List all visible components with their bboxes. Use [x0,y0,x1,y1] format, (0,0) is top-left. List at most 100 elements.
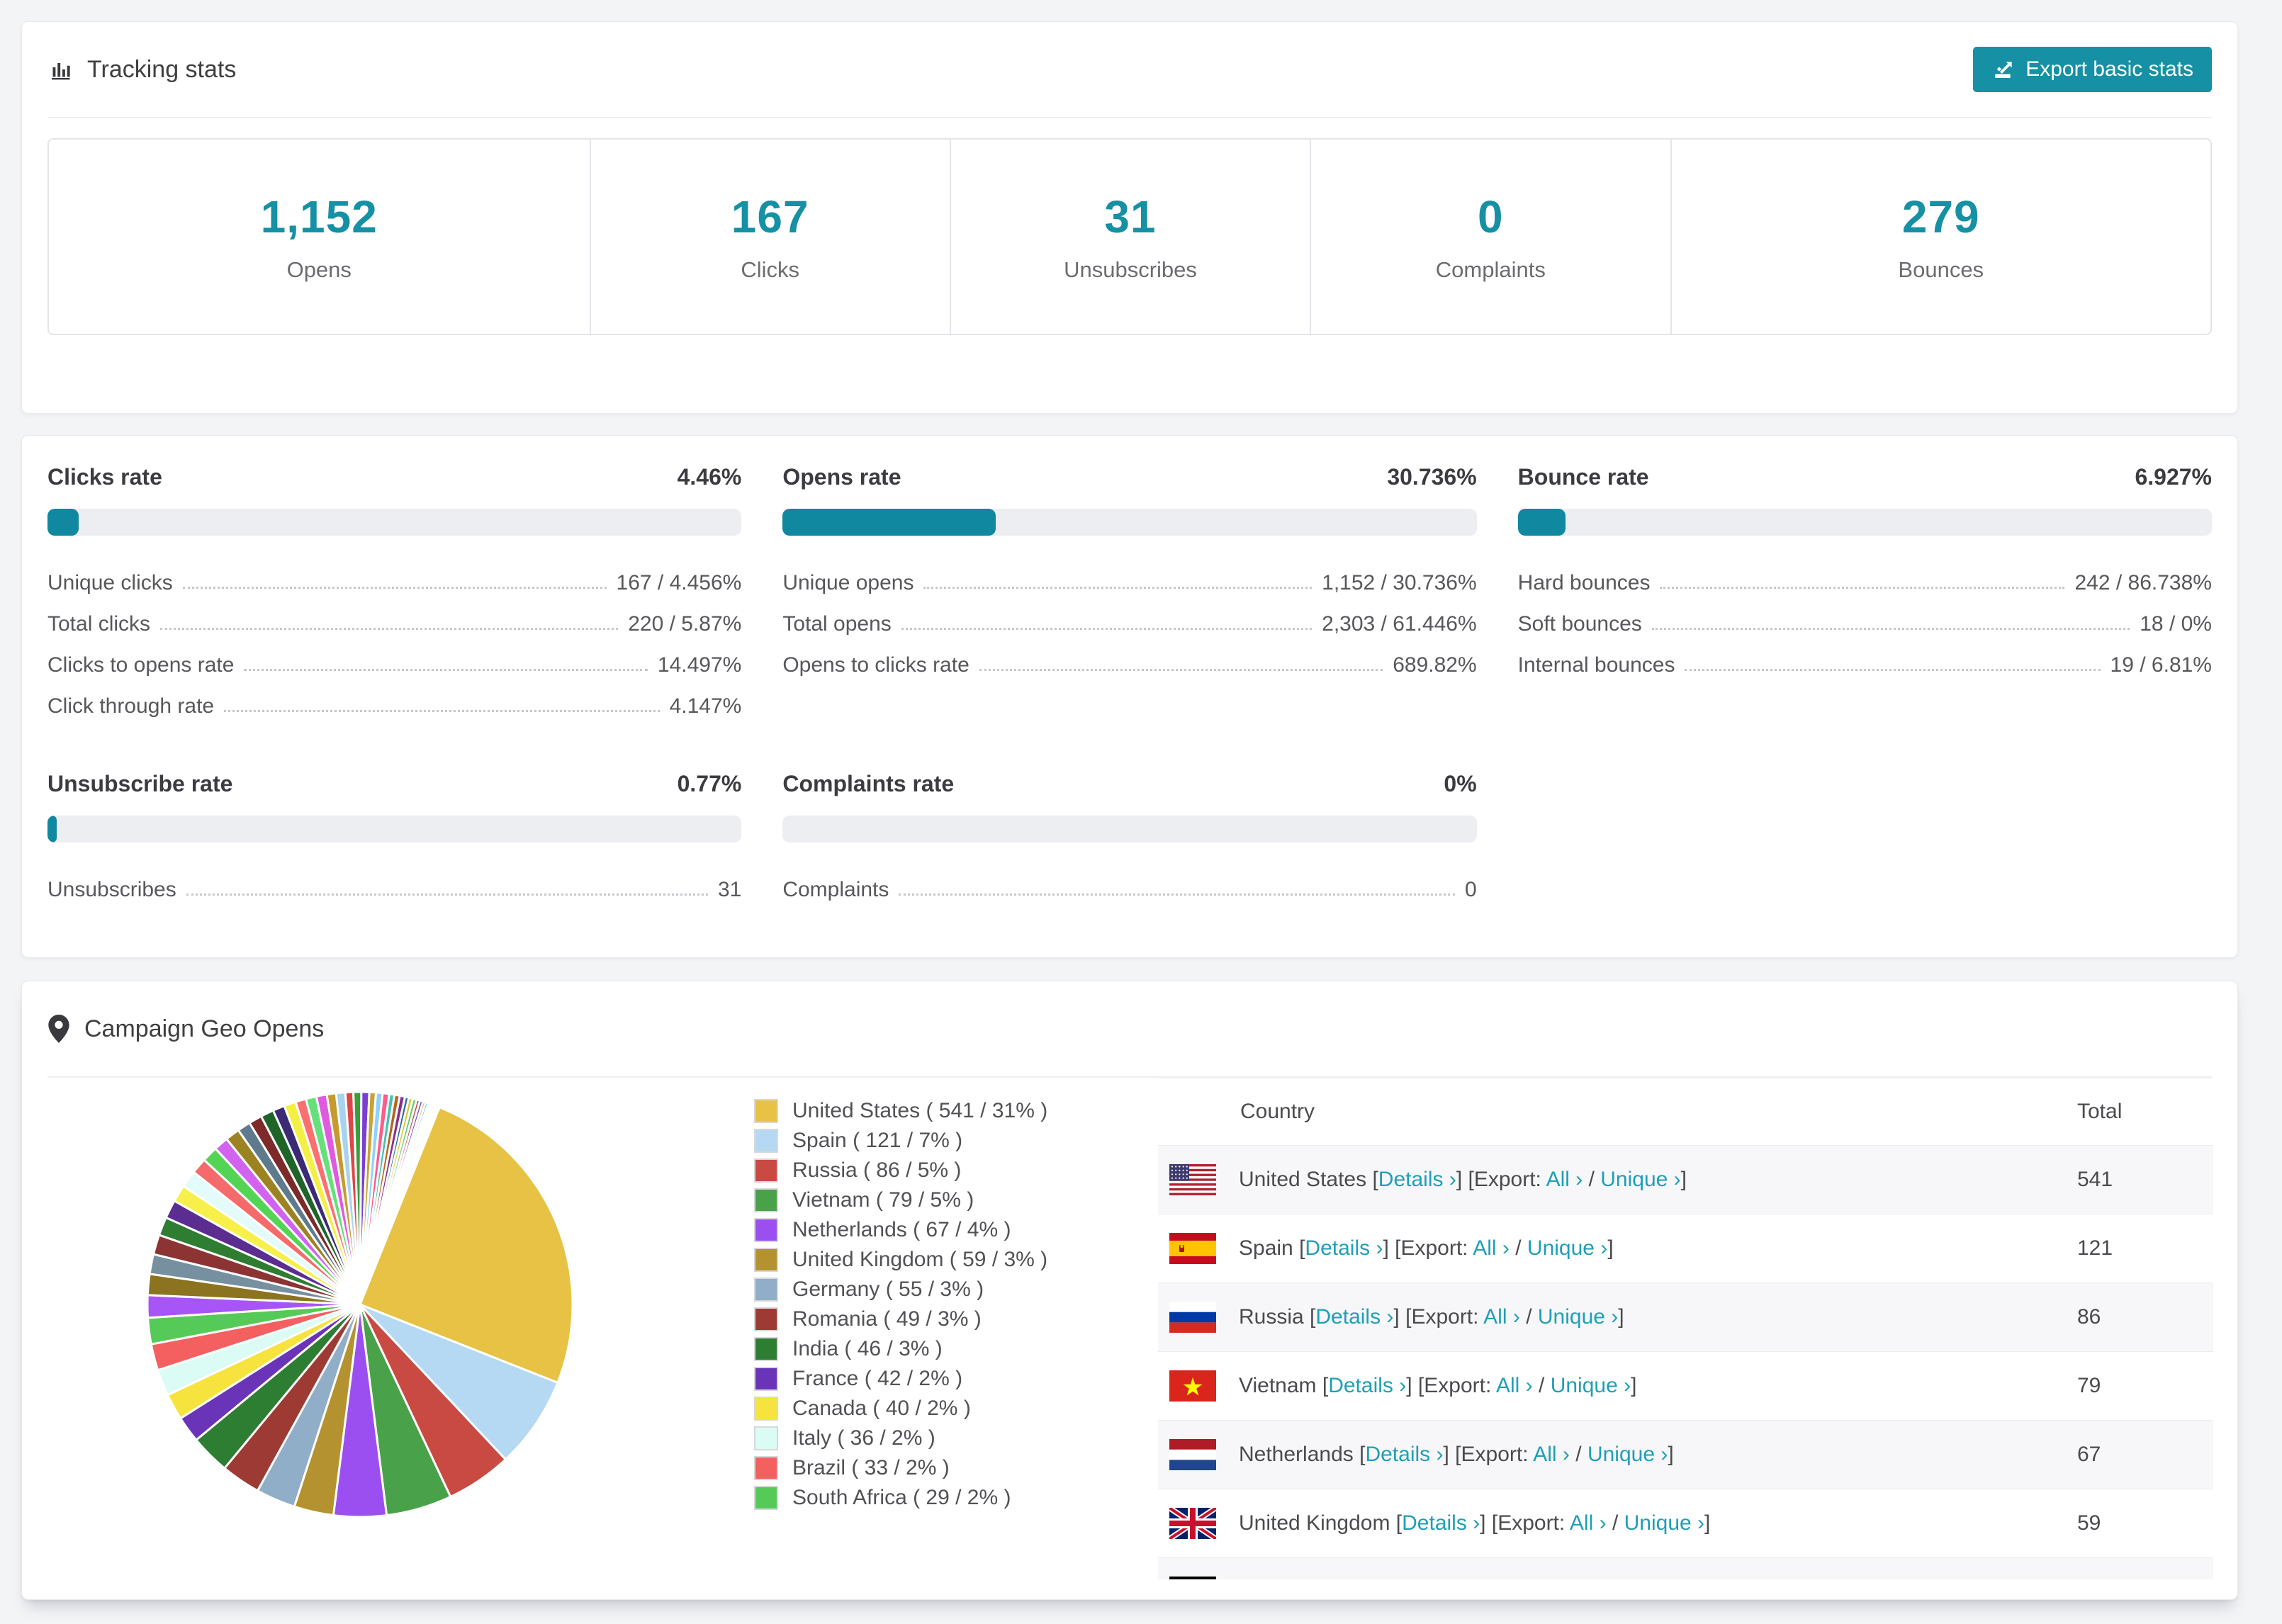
export-all-link[interactable]: All › [1570,1511,1607,1535]
export-icon [1991,58,2014,81]
rate-row-label: Unsubscribes [47,878,176,901]
details-link[interactable]: Details › [1365,1443,1443,1466]
total-cell: 59 [2077,1511,2101,1535]
legend-swatch [754,1129,778,1153]
export-prefix: Export: [1424,1374,1492,1397]
dotted-leader [979,669,1383,671]
rate-row-value: 18 / 0% [2140,612,2212,636]
export-unique-link[interactable]: Unique › [1600,1168,1680,1191]
rate-rows: Complaints 0 [782,861,1476,902]
legend-swatch [754,1337,778,1361]
export-unique-link[interactable]: Unique › [1551,1374,1631,1397]
geo-legend: United States ( 541 / 31% ) Spain ( 121 … [754,1096,1047,1513]
rate-panel: Unsubscribe rate 0.77% Unsubscribes 31 [47,771,742,902]
dotted-leader [899,893,1455,896]
export-all-link[interactable]: All › [1496,1374,1533,1397]
export-basic-stats-button[interactable]: Export basic stats [1973,47,2212,92]
gb-flag-icon [1169,1508,1216,1539]
bracket: [ [1468,1168,1474,1191]
stat-label: Unsubscribes [1064,257,1197,282]
stat-label: Complaints [1435,257,1546,282]
country-column-header: Country [1240,1100,1315,1123]
export-all-link[interactable]: All › [1533,1443,1570,1466]
rate-title: Opens rate [782,464,901,490]
export-button-label: Export basic stats [2025,57,2193,81]
rate-row-label: Total opens [782,612,892,636]
rate-row-value: 220 / 5.87% [628,612,742,636]
rate-row-value: 242 / 86.738% [2074,571,2212,594]
bracket: ] [1393,1305,1406,1329]
legend-item: United Kingdom ( 59 / 3% ) [754,1245,1047,1275]
dotted-leader [1685,669,2101,671]
rate-row: Opens to clicks rate 689.82% [782,636,1476,677]
bracket: ] [1618,1305,1624,1329]
rate-panel: Complaints rate 0% Complaints 0 [782,771,1477,902]
us-flag-icon [1169,1164,1216,1195]
geo-table-body: United States [Details ›] [Export: All ›… [1158,1145,2213,1579]
tracking-stats-title: Tracking stats [47,56,236,84]
country-cell: Germany [Details ›] [Export: All › / Uni… [1158,1577,2077,1579]
export-prefix: Export: [1411,1305,1479,1329]
export-all-link[interactable]: All › [1546,1168,1583,1191]
stat-cell: 279 Bounces [1670,140,2211,334]
bracket: ] [1480,1511,1492,1535]
dotted-leader [244,669,648,671]
rate-title: Bounce rate [1517,464,1649,490]
export-unique-link[interactable]: Unique › [1527,1236,1607,1260]
country-cell: Russia [Details ›] [Export: All › / Uniq… [1158,1302,2077,1333]
stat-cell: 1,152 Opens [49,140,590,334]
details-link[interactable]: Details › [1402,1511,1480,1535]
legend-swatch [754,1158,778,1183]
rate-value: 30.736% [1387,464,1477,490]
bracket: ] [1680,1168,1687,1191]
legend-label: Spain ( 121 / 7% ) [792,1129,963,1152]
rate-panel: Opens rate 30.736% Unique opens 1,152 / … [782,464,1477,718]
details-link[interactable]: Details › [1378,1168,1456,1191]
legend-swatch [754,1397,778,1421]
table-row: Netherlands [Details ›] [Export: All › /… [1158,1420,2213,1489]
details-link[interactable]: Details › [1315,1305,1393,1329]
slash-separator: / [1612,1511,1619,1535]
details-link[interactable]: Details › [1328,1374,1406,1397]
legend-item: United States ( 541 / 31% ) [754,1096,1047,1126]
rate-row-label: Clicks to opens rate [47,653,235,677]
geo-header: Campaign Geo Opens [47,981,2212,1078]
country-cell: Netherlands [Details ›] [Export: All › /… [1158,1439,2077,1470]
bracket: ] [1704,1511,1711,1535]
table-row: Germany [Details ›] [Export: All › / Uni… [1158,1557,2213,1579]
summary-stats-grid: 1,152 Opens 167 Clicks 31 Unsubscribes 0 Co… [47,138,2212,335]
rate-value: 0% [1444,771,1477,796]
rate-row-label: Opens to clicks rate [782,653,969,677]
legend-swatch [754,1099,778,1123]
vn-flag-icon [1169,1370,1216,1402]
total-column-header: Total [2077,1100,2123,1123]
export-all-link[interactable]: All › [1473,1236,1510,1260]
rate-title: Complaints rate [782,771,955,796]
legend-swatch [754,1456,778,1480]
rate-row-value: 4.147% [669,694,742,718]
export-unique-link[interactable]: Unique › [1587,1443,1668,1466]
rate-panel: Clicks rate 4.46% Unique clicks 167 / 4.… [47,464,742,718]
dotted-leader [901,628,1313,630]
rate-row: Internal bounces 19 / 6.81% [1518,636,2212,677]
rate-rows: Hard bounces 242 / 86.738% Soft bounces 1… [1518,554,2212,677]
details-link[interactable]: Details › [1305,1236,1383,1260]
export-unique-link[interactable]: Unique › [1538,1305,1618,1329]
rate-row: Total opens 2,303 / 61.446% [782,595,1476,636]
export-prefix: Export: [1400,1236,1468,1260]
table-row: Spain [Details ›] [Export: All › / Uniqu… [1158,1214,2213,1282]
stat-value: 0 [1478,191,1504,242]
slash-separator: / [1575,1443,1582,1466]
country-name: Russia [1239,1305,1310,1329]
country-name: Vietnam [1239,1374,1322,1397]
dotted-leader [160,628,619,630]
bracket: ] [1631,1374,1637,1397]
export-unique-link[interactable]: Unique › [1624,1511,1704,1535]
stat-value: 31 [1104,191,1157,242]
stat-value: 279 [1901,191,1980,242]
stat-value: 167 [731,191,809,242]
legend-swatch [754,1278,778,1302]
rate-progress-fill [782,509,996,536]
stat-label: Clicks [741,257,799,282]
export-all-link[interactable]: All › [1483,1305,1520,1329]
